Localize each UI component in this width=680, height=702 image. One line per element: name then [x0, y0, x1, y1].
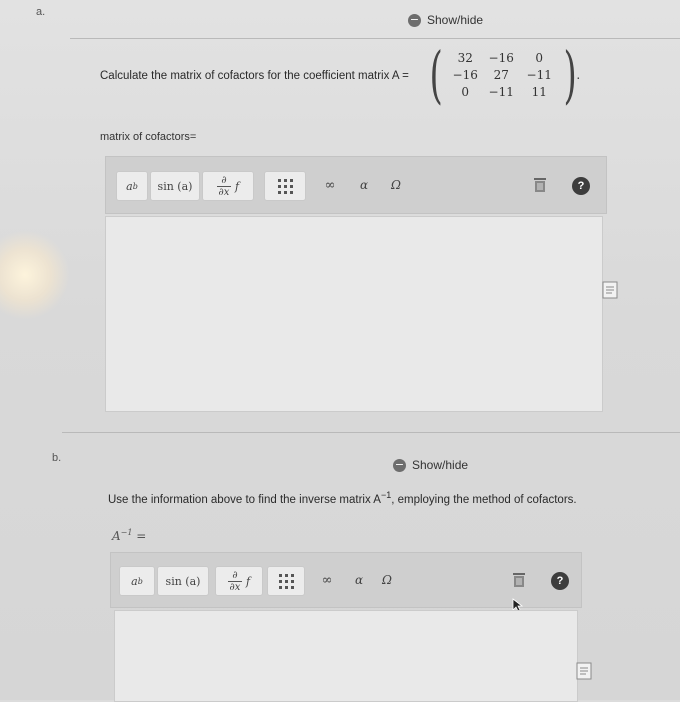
question-b-text-start: Use the information above to find the in… — [108, 493, 381, 506]
matrix-cell: 32 — [457, 51, 473, 65]
answer-label-b: A−1 = — [112, 528, 146, 543]
matrix-button[interactable] — [267, 566, 305, 596]
showhide-toggle-a[interactable]: − Show/hide — [408, 13, 483, 27]
matrix-cell: −11 — [488, 85, 514, 99]
matrix-grid: 32 −16 0 −16 27 −11 0 −11 11 — [448, 51, 558, 99]
greek-omega-button[interactable]: Ω — [377, 566, 397, 594]
showhide-label: Show/hide — [412, 458, 469, 472]
help-button[interactable]: ? — [551, 572, 569, 590]
coefficient-matrix: ( 32 −16 0 −16 27 −11 0 −11 11 ) . — [424, 44, 580, 106]
deriv-den: ∂x — [229, 581, 241, 593]
question-b-text-end: , employing the method of cofactors. — [391, 493, 577, 506]
answer-label-b-eq: = — [136, 529, 147, 543]
deriv-num: ∂ — [221, 174, 227, 186]
infinity-symbol: ∞ — [324, 177, 336, 193]
matrix-cell: 11 — [531, 85, 547, 99]
deriv-den: ∂x — [218, 186, 230, 198]
deriv-num: ∂ — [232, 569, 238, 581]
omega-symbol: Ω — [382, 573, 392, 587]
section-divider-b — [62, 432, 680, 433]
trash-button[interactable] — [509, 566, 529, 594]
part-a-label: a. — [36, 6, 46, 18]
sin-label: sin (a) — [165, 574, 201, 588]
matrix-cell: 0 — [535, 51, 544, 65]
left-paren: ( — [429, 38, 443, 111]
power-button[interactable]: ab — [116, 171, 148, 201]
alpha-symbol: α — [354, 573, 364, 587]
answer-input-a[interactable] — [105, 216, 603, 412]
part-b-label: b. — [52, 452, 62, 464]
answer-label-b-base: A — [112, 529, 121, 543]
period: . — [576, 68, 581, 82]
derivative-fraction: ∂ ∂x — [216, 174, 231, 198]
help-button[interactable]: ? — [572, 177, 590, 195]
trash-icon — [534, 178, 546, 192]
infinity-button[interactable]: ∞ — [315, 566, 339, 594]
omega-symbol: Ω — [391, 178, 401, 192]
trash-icon — [513, 573, 525, 587]
deriv-f: f — [234, 179, 240, 193]
sin-button[interactable]: sin (a) — [150, 171, 200, 201]
sin-label: sin (a) — [157, 179, 193, 193]
infinity-button[interactable]: ∞ — [318, 171, 342, 199]
greek-omega-button[interactable]: Ω — [386, 171, 406, 199]
answer-label-b-sup: −1 — [120, 528, 133, 537]
matrix-grid-icon — [278, 573, 294, 589]
answer-input-b[interactable] — [114, 610, 578, 702]
derivative-fraction: ∂ ∂x — [227, 569, 242, 593]
help-icon: ? — [556, 575, 564, 587]
document-icon[interactable] — [576, 662, 592, 680]
math-toolbar-a: ab sin (a) ∂ ∂x f ∞ α Ω ? — [105, 156, 607, 214]
power-exp: b — [137, 576, 143, 586]
alpha-symbol: α — [359, 178, 369, 192]
derivative-button[interactable]: ∂ ∂x f — [202, 171, 254, 201]
power-exp: b — [132, 181, 138, 191]
help-icon: ? — [577, 180, 585, 192]
infinity-symbol: ∞ — [321, 572, 333, 588]
greek-alpha-button[interactable]: α — [354, 171, 374, 199]
right-paren: ) — [563, 38, 577, 111]
matrix-cell: −16 — [452, 68, 478, 82]
question-a: Calculate the matrix of cofactors for th… — [100, 70, 409, 82]
matrix-button[interactable] — [264, 171, 306, 201]
document-icon[interactable] — [602, 281, 618, 299]
matrix-grid-icon — [277, 178, 293, 194]
showhide-label: Show/hide — [427, 13, 484, 27]
question-b: Use the information above to find the in… — [108, 490, 577, 506]
derivative-button[interactable]: ∂ ∂x f — [215, 566, 263, 596]
trash-button[interactable] — [530, 171, 550, 199]
question-a-text: Calculate the matrix of cofactors for th… — [100, 70, 409, 82]
greek-alpha-button[interactable]: α — [349, 566, 369, 594]
section-divider-a — [70, 38, 680, 39]
collapse-icon: − — [408, 12, 421, 27]
matrix-cell: 27 — [493, 68, 509, 82]
matrix-cell: 0 — [461, 85, 470, 99]
deriv-f: f — [245, 574, 251, 588]
question-b-sup: −1 — [380, 490, 392, 500]
answer-label-a: matrix of cofactors= — [100, 131, 197, 143]
sin-button[interactable]: sin (a) — [157, 566, 209, 596]
power-button[interactable]: ab — [119, 566, 155, 596]
matrix-cell: −11 — [526, 68, 552, 82]
collapse-icon: − — [393, 457, 406, 472]
showhide-toggle-b[interactable]: − Show/hide — [393, 458, 468, 472]
matrix-cell: −16 — [488, 51, 514, 65]
